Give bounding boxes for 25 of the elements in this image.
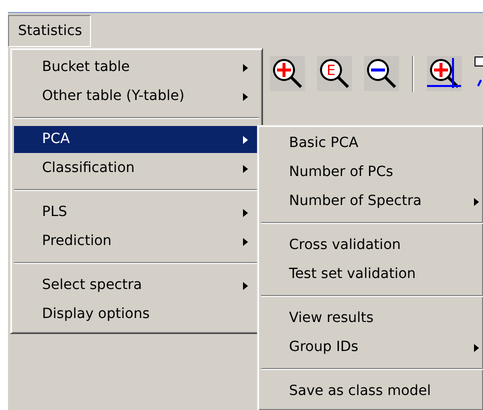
zoom-in-button[interactable] bbox=[270, 56, 305, 91]
menu-item[interactable]: Select spectra bbox=[14, 271, 259, 300]
menu-bar-item[interactable]: Statistics bbox=[8, 15, 91, 47]
zoom-out-icon bbox=[364, 56, 399, 91]
zoom-axis-icon bbox=[427, 56, 462, 91]
menu-item[interactable]: Group IDs bbox=[261, 333, 483, 362]
menu-item[interactable]: Basic PCA bbox=[261, 129, 483, 158]
menu-item[interactable]: Classification bbox=[14, 154, 259, 183]
magnifier-letter: E bbox=[326, 63, 336, 79]
zoom-out-button[interactable] bbox=[364, 56, 399, 91]
menu-item[interactable]: Test set validation bbox=[261, 260, 483, 289]
zoom-button[interactable]: E bbox=[317, 56, 352, 91]
zoom-in-icon bbox=[270, 56, 305, 91]
menu-item[interactable]: Other table (Y-table) bbox=[14, 82, 259, 111]
menu-item[interactable]: Prediction bbox=[14, 227, 259, 256]
menu-item[interactable]: Number of PCs bbox=[261, 158, 483, 187]
menu-item[interactable]: View results bbox=[261, 304, 483, 333]
menu-item[interactable]: Save as class model bbox=[261, 377, 483, 406]
menu-item[interactable]: Number of Spectra bbox=[261, 187, 483, 216]
menu-item[interactable]: Bucket table bbox=[14, 53, 259, 82]
menu-item[interactable]: PLS bbox=[14, 198, 259, 227]
menu-item[interactable]: PCA bbox=[14, 126, 259, 153]
menu-item[interactable]: Display options bbox=[14, 300, 259, 329]
zoom-axis-button[interactable] bbox=[427, 56, 462, 91]
menu-item[interactable]: Cross validation bbox=[261, 231, 483, 260]
